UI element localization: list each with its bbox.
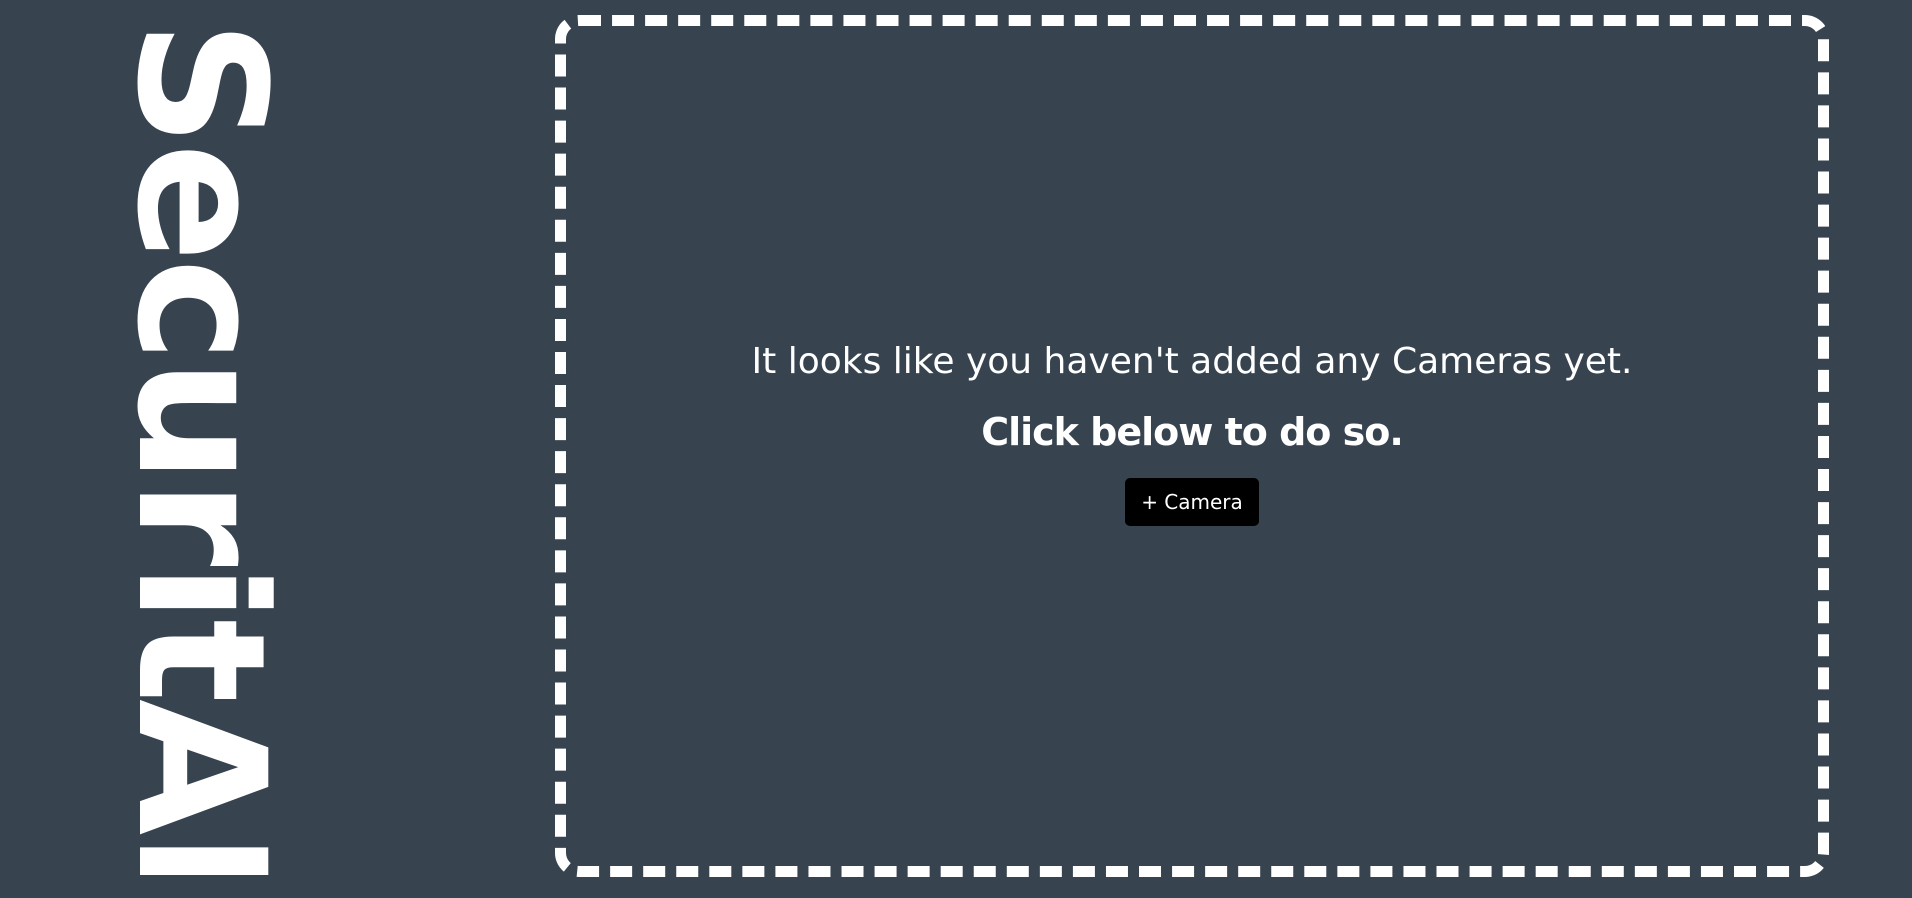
brand-logo-text: SecuritAI xyxy=(120,20,280,875)
camera-dropzone: It looks like you haven't added any Came… xyxy=(555,15,1829,877)
empty-state-hint: Click below to do so. xyxy=(981,409,1404,454)
brand-container: SecuritAI xyxy=(120,20,280,875)
app-page: SecuritAI It looks like you haven't adde… xyxy=(0,0,1912,898)
empty-state-message: It looks like you haven't added any Came… xyxy=(751,340,1633,382)
add-camera-button[interactable]: + Camera xyxy=(1125,477,1259,526)
